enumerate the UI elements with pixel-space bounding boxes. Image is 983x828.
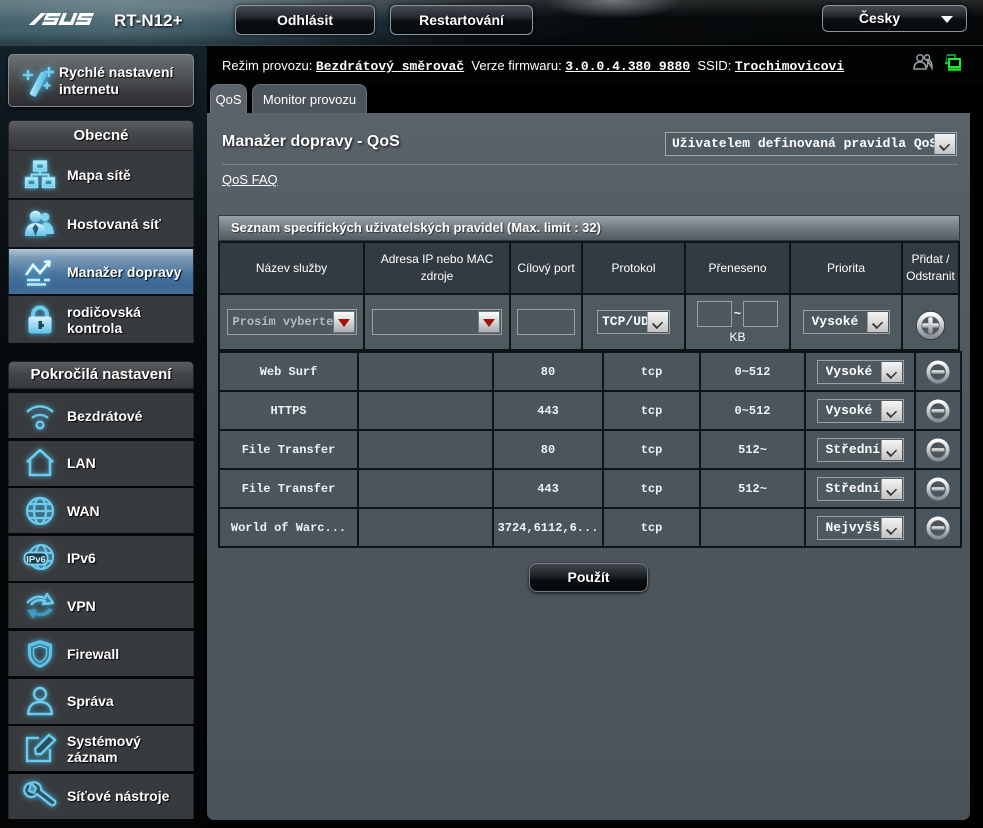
- svg-text:IPv6: IPv6: [26, 555, 46, 566]
